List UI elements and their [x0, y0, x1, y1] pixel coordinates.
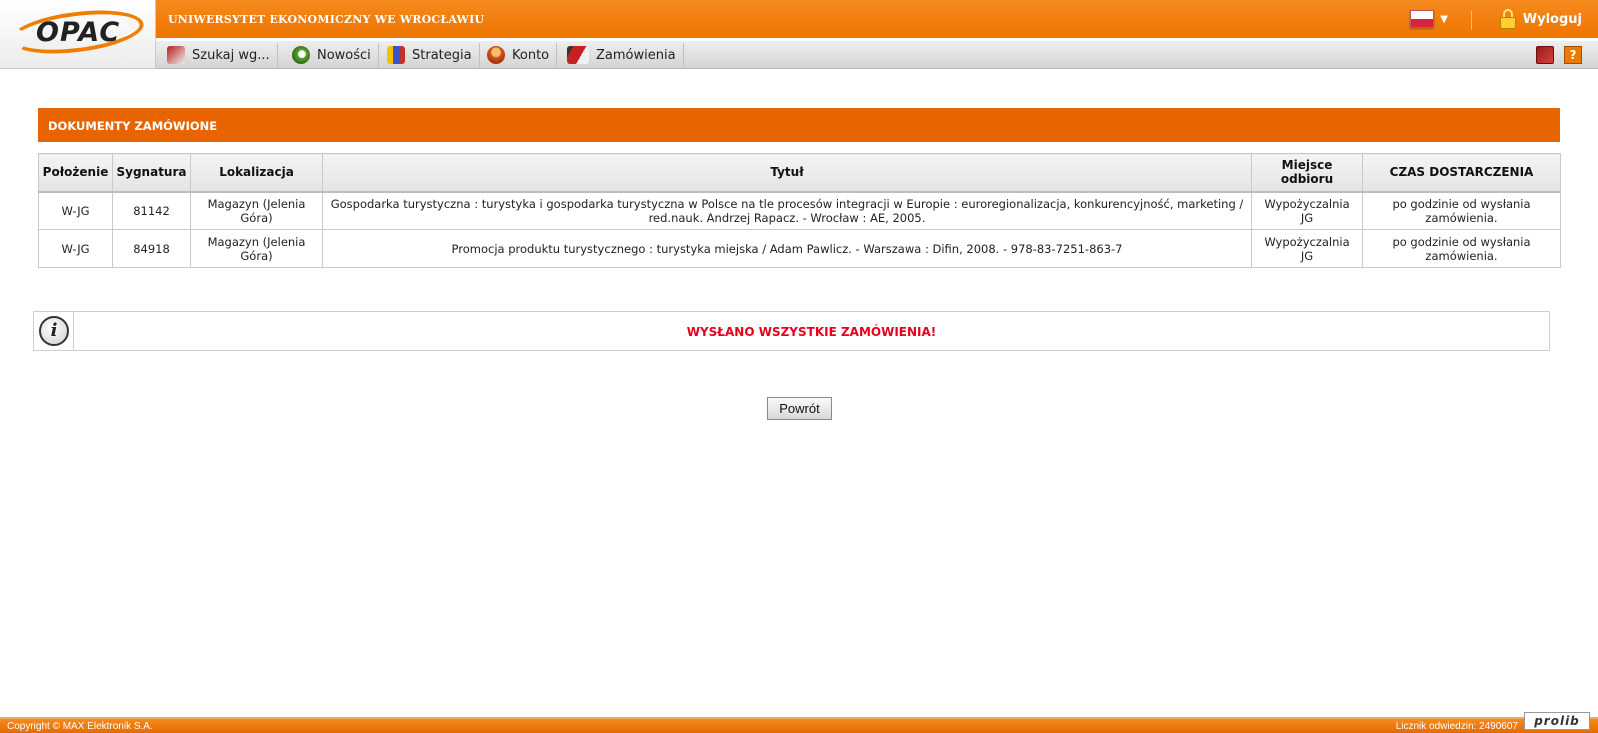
help-icon[interactable]: ?: [1564, 46, 1582, 64]
cell-lokalizacja: Magazyn (Jelenia Góra): [190, 190, 323, 230]
nav-item-nowosci[interactable]: Nowości: [285, 43, 379, 67]
main-nav: Szukaj wg... Nowości Strategia Konto Zam…: [156, 41, 1598, 69]
prolib-logo[interactable]: prolib: [1524, 712, 1590, 730]
nav-item-szukaj[interactable]: Szukaj wg...: [160, 43, 278, 67]
chevron-down-icon: ▼: [1440, 13, 1448, 25]
nav-item-label: Strategia: [412, 47, 472, 63]
info-icon: i: [39, 316, 69, 346]
table-header-row: Położenie Sygnatura Lokalizacja Tytuł Mi…: [38, 153, 1561, 192]
user-icon: [487, 46, 505, 64]
cell-miejsce: Wypożyczalnia JG: [1251, 190, 1363, 230]
cell-sygnatura: 84918: [112, 229, 191, 268]
column-header-polozenie[interactable]: Położenie: [38, 153, 113, 192]
magnifier-icon: [292, 46, 310, 64]
cell-czas: po godzinie od wysłania zamówienia.: [1362, 190, 1561, 230]
logo-text: OPAC: [36, 17, 121, 48]
nav-item-label: Konto: [512, 47, 550, 63]
info-icon-cell: i: [34, 312, 74, 350]
logout-button[interactable]: Wyloguj: [1499, 9, 1582, 29]
nav-item-zamowienia[interactable]: Zamówienia: [560, 43, 684, 67]
nav-item-label: Zamówienia: [596, 47, 676, 63]
status-message: WYSŁANO WSZYSTKIE ZAMÓWIENIA!: [686, 325, 937, 339]
visit-counter: Licznik odwiedzin: 2490607: [1395, 721, 1518, 732]
cell-sygnatura: 81142: [112, 190, 191, 230]
opac-logo[interactable]: OPAC: [0, 0, 156, 69]
copyright-text: Copyright © MAX Elektronik S.A.: [7, 721, 153, 732]
nav-item-strategia[interactable]: Strategia: [380, 43, 480, 67]
cell-tytul: Promocja produktu turystycznego : turyst…: [322, 229, 1252, 268]
university-name: UNIWERSYTET EKONOMICZNY WE WROCŁAWIU: [168, 13, 485, 26]
footer: Copyright © MAX Elektronik S.A. Licznik …: [0, 712, 1598, 733]
polish-flag-icon: [1410, 10, 1435, 28]
header: OPAC UNIWERSYTET EKONOMICZNY WE WROCŁAWI…: [0, 0, 1598, 69]
logout-label: Wyloguj: [1522, 11, 1582, 27]
orders-table: Położenie Sygnatura Lokalizacja Tytuł Mi…: [38, 153, 1561, 268]
cell-tytul: Gospodarka turystyczna : turystyka i gos…: [322, 190, 1252, 230]
cell-polozenie: W-JG: [38, 229, 113, 268]
column-header-sygnatura[interactable]: Sygnatura: [112, 153, 191, 192]
orders-icon: [567, 46, 589, 64]
cell-czas: po godzinie od wysłania zamówienia.: [1362, 229, 1561, 268]
bookshelf-icon[interactable]: [1536, 46, 1554, 64]
table-row: W-JG 84918 Magazyn (Jelenia Góra) Promoc…: [38, 229, 1561, 268]
divider: [1471, 10, 1472, 30]
section-header: DOKUMENTY ZAMÓWIONE: [38, 108, 1560, 142]
top-bar: UNIWERSYTET EKONOMICZNY WE WROCŁAWIU ▼ W…: [156, 0, 1598, 40]
cell-lokalizacja: Magazyn (Jelenia Góra): [190, 229, 323, 268]
lock-icon: [1499, 9, 1516, 29]
books-icon: [387, 46, 405, 64]
search-book-icon: [167, 46, 185, 64]
column-header-czas[interactable]: CZAS DOSTARCZENIA: [1362, 153, 1561, 192]
cell-miejsce: Wypożyczalnia JG: [1251, 229, 1363, 268]
nav-item-konto[interactable]: Konto: [480, 43, 558, 67]
language-selector[interactable]: ▼: [1410, 10, 1448, 28]
column-header-lokalizacja[interactable]: Lokalizacja: [190, 153, 323, 192]
column-header-tytul[interactable]: Tytuł: [322, 153, 1252, 192]
nav-item-label: Nowości: [317, 47, 371, 63]
nav-item-label: Szukaj wg...: [192, 47, 270, 63]
table-row: W-JG 81142 Magazyn (Jelenia Góra) Gospod…: [38, 190, 1561, 230]
column-header-miejsce[interactable]: Miejsce odbioru: [1251, 153, 1363, 192]
back-button[interactable]: Powrót: [767, 397, 832, 420]
info-message-box: i WYSŁANO WSZYSTKIE ZAMÓWIENIA!: [33, 311, 1550, 351]
section-title: DOKUMENTY ZAMÓWIONE: [48, 119, 218, 133]
cell-polozenie: W-JG: [38, 190, 113, 230]
